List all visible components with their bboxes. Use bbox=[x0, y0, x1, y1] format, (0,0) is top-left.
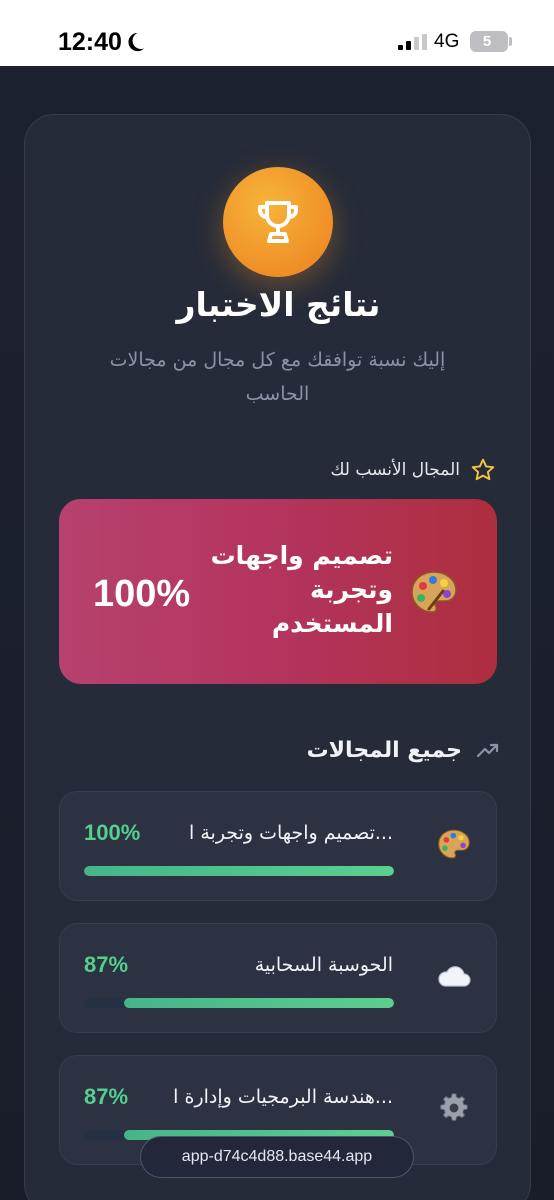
field-name: الحوسبة السحابية bbox=[254, 954, 393, 976]
battery-cap bbox=[509, 37, 512, 46]
list-item[interactable]: تصميم واجهات وتجربة ا... 100% bbox=[59, 791, 497, 901]
best-field-name: تصميم واجهات وتجربة المستخدم bbox=[210, 541, 393, 638]
trophy-icon bbox=[258, 201, 298, 243]
field-name: هندسة البرمجيات وإدارة ا... bbox=[173, 1086, 393, 1108]
trending-up-icon bbox=[476, 743, 499, 758]
progress-fill bbox=[84, 866, 394, 876]
best-field-percent: 100% bbox=[93, 573, 191, 615]
progress-fill bbox=[124, 998, 394, 1008]
moon-icon bbox=[128, 32, 145, 52]
palette-icon bbox=[438, 829, 470, 859]
best-field-card[interactable]: تصميم واجهات وتجربة المستخدم 100% bbox=[59, 499, 497, 684]
url-bar[interactable]: app-d74c4d88.base44.app bbox=[140, 1136, 414, 1178]
signal-icon bbox=[398, 34, 427, 50]
network-type: 4G bbox=[434, 31, 460, 52]
list-item[interactable]: الحوسبة السحابية 87% bbox=[59, 923, 497, 1033]
field-percent: 100% bbox=[84, 820, 141, 845]
battery-icon: 5 bbox=[470, 31, 508, 52]
battery-level: 5 bbox=[482, 33, 492, 50]
progress-track bbox=[84, 866, 394, 876]
all-fields-title: جميع المجالات bbox=[306, 737, 462, 763]
page-title: نتائج الاختبار bbox=[176, 285, 381, 324]
field-percent: 87% bbox=[84, 952, 129, 977]
best-field-header: المجال الأنسب لك bbox=[330, 455, 496, 485]
status-time: 12:40 bbox=[58, 28, 122, 56]
results-card: نتائج الاختبار إليك نسبة توافقك مع كل مج… bbox=[24, 114, 531, 1200]
field-name: تصميم واجهات وتجربة ا... bbox=[189, 822, 393, 844]
app-viewport: نتائج الاختبار إليك نسبة توافقك مع كل مج… bbox=[0, 66, 554, 1200]
all-fields-header: جميع المجالات bbox=[307, 733, 500, 767]
star-icon bbox=[471, 458, 495, 481]
best-field-label: المجال الأنسب لك bbox=[330, 460, 460, 480]
palette-icon bbox=[411, 571, 457, 613]
field-percent: 87% bbox=[84, 1084, 129, 1109]
progress-track bbox=[84, 998, 394, 1008]
gear-icon bbox=[440, 1093, 468, 1121]
cloud-icon bbox=[438, 966, 471, 987]
page-subtitle: إليك نسبة توافقك مع كل مجال من مجالات ال… bbox=[109, 349, 446, 405]
fields-list: تصميم واجهات وتجربة ا... 100% الحوسبة ال… bbox=[59, 791, 497, 1187]
trophy-badge bbox=[223, 167, 333, 277]
status-bar: 12:40 4G 5 bbox=[0, 0, 554, 66]
